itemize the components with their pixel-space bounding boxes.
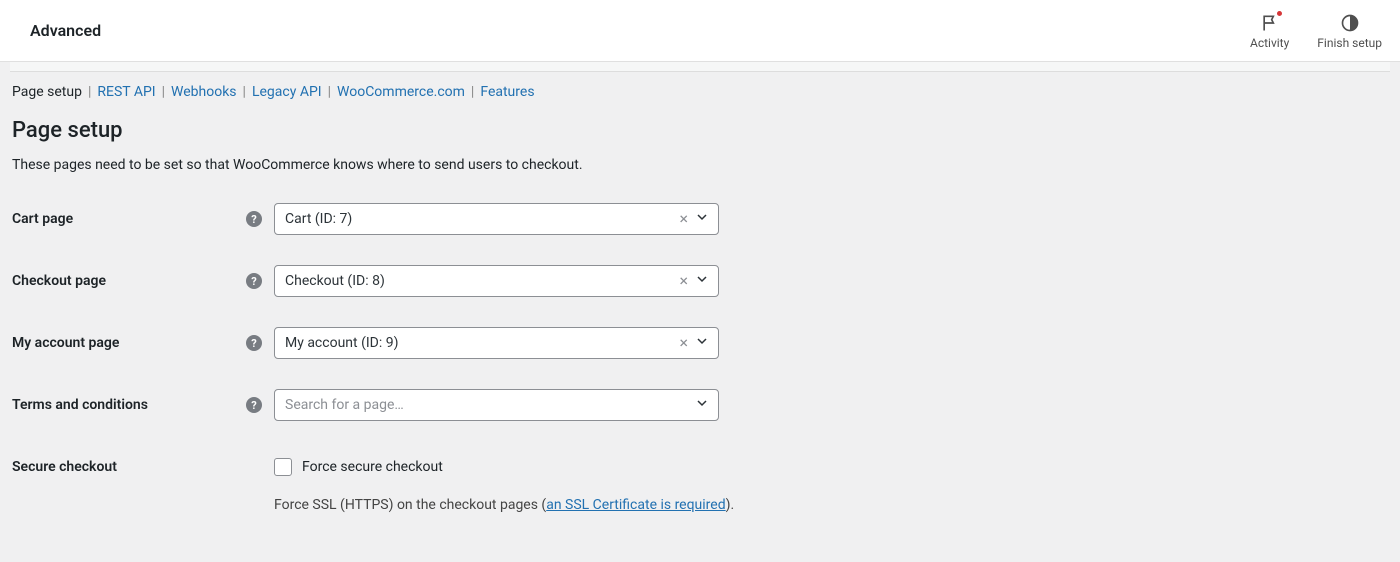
subnav-page-setup[interactable]: Page setup (12, 84, 82, 100)
label-terms: Terms and conditions (12, 397, 238, 413)
chevron-down-icon (692, 397, 708, 413)
checkbox-force-secure: Force secure checkout (274, 451, 974, 483)
row-secure-checkout: Secure checkout Force secure checkout Fo… (12, 451, 1388, 513)
select-placeholder: Search for a page… (285, 397, 692, 413)
label-secure-checkout: Secure checkout (12, 459, 264, 475)
chevron-down-icon (692, 211, 708, 227)
select-value: Cart (ID: 7) (285, 211, 675, 227)
checkbox-input[interactable] (274, 458, 292, 476)
row-terms-page: Terms and conditions ? Search for a page… (12, 389, 1388, 421)
help-icon[interactable]: ? (246, 397, 262, 413)
clear-icon[interactable]: × (675, 335, 692, 351)
checkbox-label: Force secure checkout (302, 459, 443, 475)
label-myaccount-page: My account page (12, 335, 238, 351)
row-cart-page: Cart page ? Cart (ID: 7) × (12, 203, 1388, 235)
select-terms-page[interactable]: Search for a page… (274, 389, 719, 421)
activity-label: Activity (1250, 36, 1289, 50)
ssl-link[interactable]: an SSL Certificate is required (546, 497, 725, 513)
subnav-legacy-api[interactable]: Legacy API (252, 84, 322, 100)
half-circle-icon (1339, 12, 1361, 34)
select-checkout-page[interactable]: Checkout (ID: 8) × (274, 265, 719, 297)
subnav-features[interactable]: Features (480, 84, 534, 100)
help-icon[interactable]: ? (246, 335, 262, 351)
row-myaccount-page: My account page ? My account (ID: 9) × (12, 327, 1388, 359)
subnav: Page setup | REST API | Webhooks | Legac… (0, 72, 1400, 100)
label-cart-page: Cart page (12, 211, 238, 227)
section-description: These pages need to be set so that WooCo… (12, 157, 1388, 173)
select-value: My account (ID: 9) (285, 335, 675, 351)
finish-setup-label: Finish setup (1317, 36, 1382, 50)
band (10, 62, 1390, 72)
topbar: Advanced Activity Finish setup (0, 0, 1400, 62)
select-myaccount-page[interactable]: My account (ID: 9) × (274, 327, 719, 359)
help-icon[interactable]: ? (246, 211, 262, 227)
chevron-down-icon (692, 335, 708, 351)
clear-icon[interactable]: × (675, 211, 692, 227)
flag-icon (1259, 12, 1281, 34)
chevron-down-icon (692, 273, 708, 289)
section-title: Page setup (12, 118, 1388, 143)
select-cart-page[interactable]: Cart (ID: 7) × (274, 203, 719, 235)
label-checkout-page: Checkout page (12, 273, 238, 289)
row-checkout-page: Checkout page ? Checkout (ID: 8) × (12, 265, 1388, 297)
topbar-actions: Activity Finish setup (1250, 12, 1382, 50)
help-icon[interactable]: ? (246, 273, 262, 289)
secure-help-text: Force SSL (HTTPS) on the checkout pages … (274, 497, 974, 513)
content: Page setup These pages need to be set so… (0, 100, 1400, 543)
activity-button[interactable]: Activity (1250, 12, 1289, 50)
subnav-woocommerce-com[interactable]: WooCommerce.com (337, 84, 465, 100)
subnav-rest-api[interactable]: REST API (97, 84, 155, 100)
notification-dot (1276, 10, 1283, 17)
select-value: Checkout (ID: 8) (285, 273, 675, 289)
finish-setup-button[interactable]: Finish setup (1317, 12, 1382, 50)
page-title: Advanced (30, 21, 101, 40)
subnav-webhooks[interactable]: Webhooks (171, 84, 237, 100)
clear-icon[interactable]: × (675, 273, 692, 289)
